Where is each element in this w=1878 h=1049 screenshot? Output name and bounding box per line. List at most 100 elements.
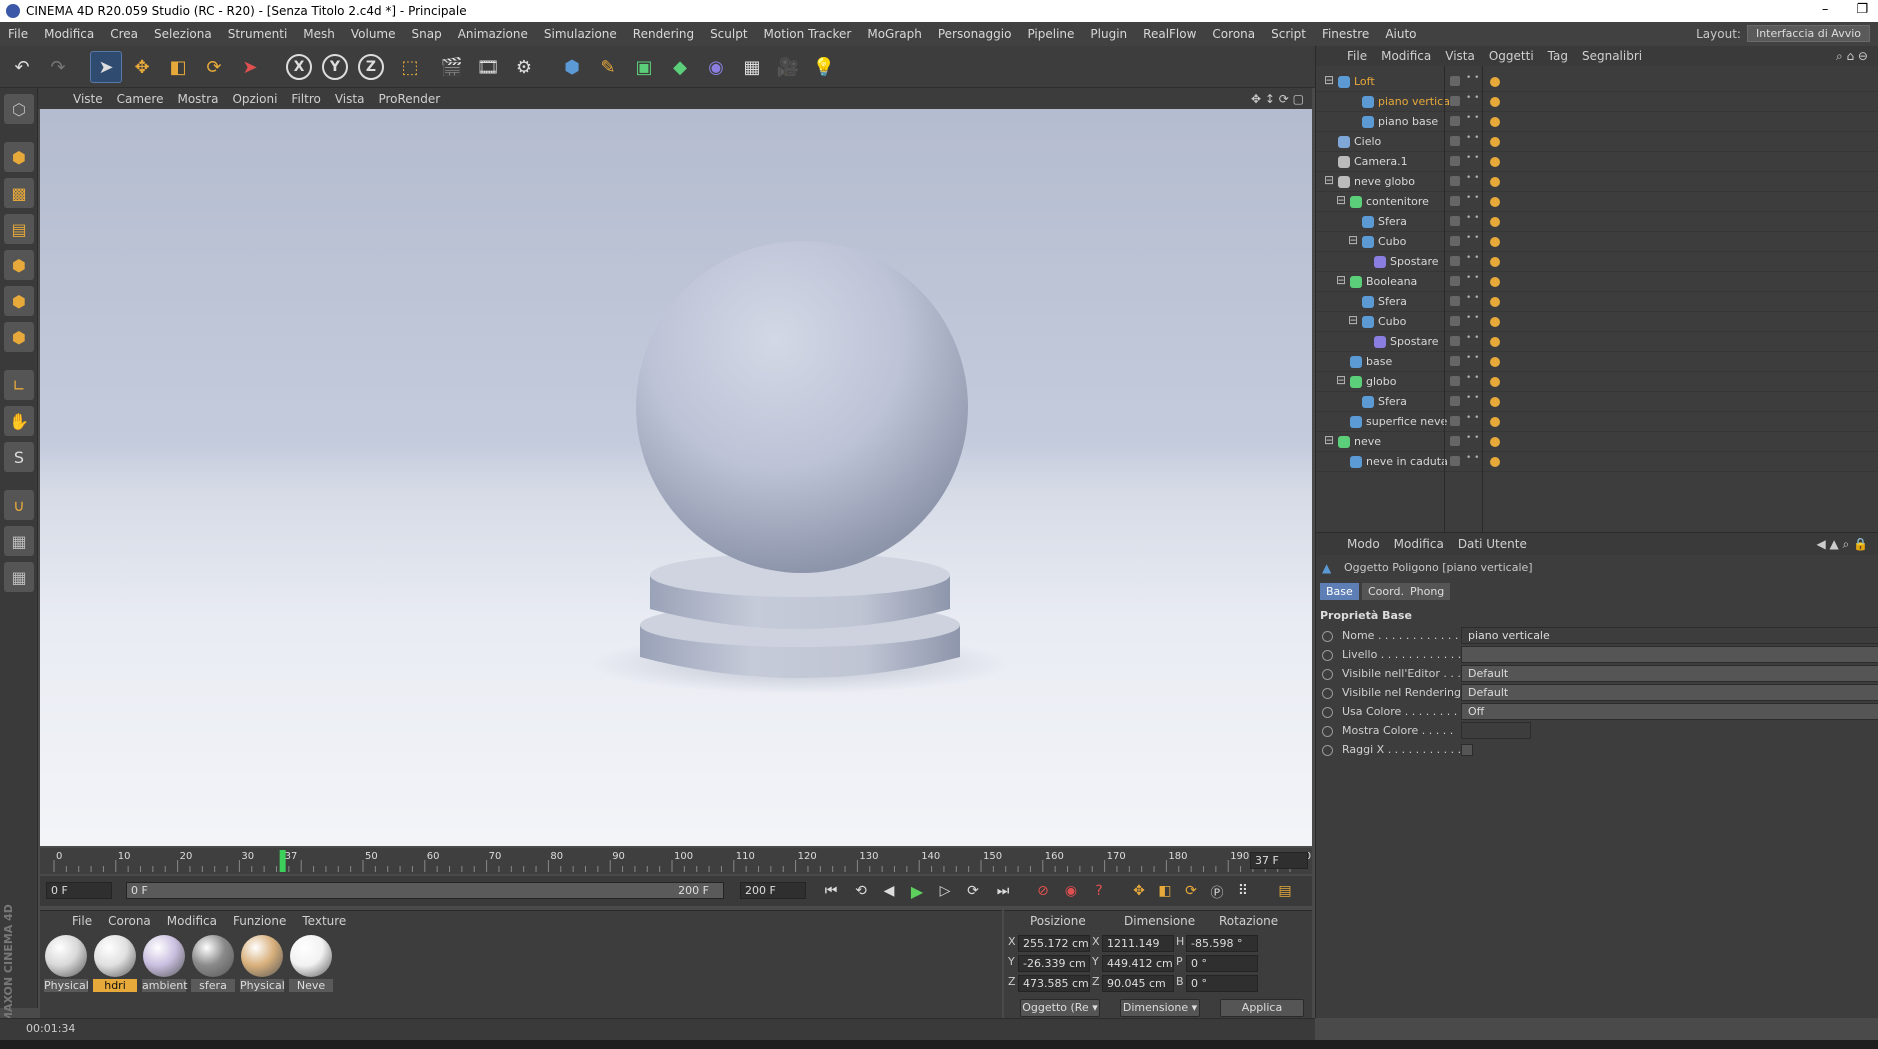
menu-corona[interactable]: Corona bbox=[1204, 27, 1263, 41]
layer-icon[interactable] bbox=[1450, 296, 1460, 306]
visibility-dots-icon[interactable]: • • bbox=[1466, 74, 1479, 83]
material-tag-icon[interactable] bbox=[1490, 297, 1500, 307]
lock-workplane-icon[interactable]: ▦ bbox=[4, 526, 34, 556]
viewport-menu-opzioni[interactable]: Opzioni bbox=[225, 92, 284, 106]
start-frame-field[interactable]: 0 F bbox=[46, 882, 112, 899]
material-tag-icon[interactable] bbox=[1490, 77, 1500, 87]
object-row[interactable]: Camera.1 • • bbox=[1316, 152, 1878, 172]
object-name[interactable]: neve bbox=[1354, 435, 1381, 448]
object-row[interactable]: Cielo • • bbox=[1316, 132, 1878, 152]
menu-modifica[interactable]: Modifica bbox=[36, 27, 102, 41]
layer-icon[interactable] bbox=[1450, 456, 1460, 466]
object-row[interactable]: ⊟ Loft • • bbox=[1316, 72, 1878, 92]
expand-toggle-icon[interactable]: ⊟ bbox=[1324, 73, 1334, 87]
visibility-dots-icon[interactable]: • • bbox=[1466, 94, 1479, 103]
workplane-icon[interactable]: ▤ bbox=[4, 214, 34, 244]
restore-button[interactable]: ❐ bbox=[1856, 2, 1868, 17]
object-name[interactable]: piano base bbox=[1378, 115, 1438, 128]
attribute-value[interactable] bbox=[1461, 646, 1878, 663]
object-name[interactable]: piano verticale bbox=[1378, 95, 1460, 108]
material-swatch[interactable]: hdri bbox=[93, 935, 137, 993]
object-row[interactable]: superfice neve • • bbox=[1316, 412, 1878, 432]
material-swatch[interactable]: Physical bbox=[44, 935, 89, 993]
object-row[interactable]: ⊟ Booleana • • bbox=[1316, 272, 1878, 292]
goto-start-icon[interactable]: ⏮ bbox=[818, 878, 844, 904]
animate-radio-icon[interactable] bbox=[1322, 650, 1333, 661]
layer-icon[interactable] bbox=[1450, 156, 1460, 166]
material-tag-icon[interactable] bbox=[1490, 177, 1500, 187]
key-pla-icon[interactable]: ⠿ bbox=[1230, 878, 1256, 904]
deformer-icon[interactable]: ◉ bbox=[700, 51, 732, 83]
visibility-dots-icon[interactable]: • • bbox=[1466, 214, 1479, 223]
material-tag-icon[interactable] bbox=[1490, 277, 1500, 287]
menu-realflow[interactable]: RealFlow bbox=[1135, 27, 1204, 41]
move-icon[interactable]: ✥ bbox=[126, 51, 158, 83]
select-arrow-icon[interactable]: ➤ bbox=[90, 51, 122, 83]
next-key-icon[interactable]: ⟳ bbox=[960, 878, 986, 904]
object-row[interactable]: Spostare • • bbox=[1316, 252, 1878, 272]
animate-radio-icon[interactable] bbox=[1322, 726, 1333, 737]
material-tag-icon[interactable] bbox=[1490, 457, 1500, 467]
visibility-dots-icon[interactable]: • • bbox=[1466, 374, 1479, 383]
object-row[interactable]: piano base • • bbox=[1316, 112, 1878, 132]
object-row[interactable]: piano verticale • • bbox=[1316, 92, 1878, 112]
attr-menu-dati-utente[interactable]: Dati Utente bbox=[1451, 537, 1534, 551]
object-name[interactable]: Cubo bbox=[1378, 315, 1406, 328]
layer-icon[interactable] bbox=[1450, 196, 1460, 206]
menu-animazione[interactable]: Animazione bbox=[450, 27, 536, 41]
render-view-icon[interactable]: 🎬 bbox=[436, 51, 468, 83]
layer-icon[interactable] bbox=[1450, 376, 1460, 386]
key-scale-icon[interactable]: ◧ bbox=[1152, 878, 1178, 904]
array-icon[interactable]: ◆ bbox=[664, 51, 696, 83]
expand-toggle-icon[interactable]: ⊟ bbox=[1348, 313, 1358, 327]
visibility-dots-icon[interactable]: • • bbox=[1466, 314, 1479, 323]
tab-coord[interactable]: Coord. bbox=[1362, 583, 1410, 600]
visibility-dots-icon[interactable]: • • bbox=[1466, 234, 1479, 243]
expand-toggle-icon[interactable]: ⊟ bbox=[1336, 373, 1346, 387]
viewport-menu-viste[interactable]: Viste bbox=[66, 92, 110, 106]
layer-icon[interactable] bbox=[1450, 216, 1460, 226]
subdivision-icon[interactable]: ▣ bbox=[628, 51, 660, 83]
animate-radio-icon[interactable] bbox=[1322, 707, 1333, 718]
visibility-dots-icon[interactable]: • • bbox=[1466, 114, 1479, 123]
y-axis-lock-icon[interactable]: Y bbox=[322, 54, 348, 80]
object-name[interactable]: contenitore bbox=[1366, 195, 1429, 208]
material-tag-icon[interactable] bbox=[1490, 317, 1500, 327]
floor-icon[interactable]: ▦ bbox=[736, 51, 768, 83]
coord-size-mode-select[interactable]: Dimensione ▾ bbox=[1120, 999, 1200, 1017]
material-swatch[interactable]: sfera bbox=[191, 935, 235, 993]
layer-icon[interactable] bbox=[1450, 116, 1460, 126]
expand-toggle-icon[interactable]: ⊟ bbox=[1336, 193, 1346, 207]
material-tag-icon[interactable] bbox=[1490, 257, 1500, 267]
end-frame-field[interactable]: 200 F bbox=[740, 882, 806, 899]
visibility-dots-icon[interactable]: • • bbox=[1466, 434, 1479, 443]
layer-icon[interactable] bbox=[1450, 96, 1460, 106]
menu-aiuto[interactable]: Aiuto bbox=[1377, 27, 1424, 41]
visibility-dots-icon[interactable]: • • bbox=[1466, 174, 1479, 183]
visibility-dots-icon[interactable]: • • bbox=[1466, 274, 1479, 283]
solo-mode-icon[interactable]: S bbox=[4, 442, 34, 472]
viewport-menu-mostra[interactable]: Mostra bbox=[170, 92, 225, 106]
object-name[interactable]: Sfera bbox=[1378, 215, 1407, 228]
goto-end-icon[interactable]: ⏭ bbox=[990, 878, 1016, 904]
redo-icon[interactable]: ↷ bbox=[42, 51, 74, 83]
object-name[interactable]: Sfera bbox=[1378, 295, 1407, 308]
render-settings-icon[interactable]: ⚙ bbox=[508, 51, 540, 83]
rotate-icon[interactable]: ⟳ bbox=[198, 51, 230, 83]
animate-radio-icon[interactable] bbox=[1322, 688, 1333, 699]
menu-seleziona[interactable]: Seleziona bbox=[146, 27, 220, 41]
material-tag-icon[interactable] bbox=[1490, 217, 1500, 227]
attr-nav-icons[interactable]: ◀ ▲ ⌕ 🔒 bbox=[1816, 537, 1868, 552]
material-swatch[interactable]: Neve bbox=[289, 935, 333, 993]
object-name[interactable]: Cielo bbox=[1354, 135, 1381, 148]
timeline-ruler[interactable]: 0 10 20 30 37 50 60 70 80 90 100 110 120 130 140 150 160… bbox=[40, 848, 1312, 874]
material-tag-icon[interactable] bbox=[1490, 357, 1500, 367]
layer-icon[interactable] bbox=[1450, 336, 1460, 346]
viewport-menu-camere[interactable]: Camere bbox=[110, 92, 171, 106]
coord-position-field[interactable]: -26.339 cm bbox=[1018, 955, 1090, 972]
coord-rotation-field[interactable]: -85.598 ° bbox=[1186, 935, 1258, 952]
object-name[interactable]: superfice neve bbox=[1366, 415, 1447, 428]
tweak-mode-icon[interactable]: ✋ bbox=[4, 406, 34, 436]
render-picture-viewer-icon[interactable]: 🎞 bbox=[472, 51, 504, 83]
key-position-icon[interactable]: ✥ bbox=[1126, 878, 1152, 904]
